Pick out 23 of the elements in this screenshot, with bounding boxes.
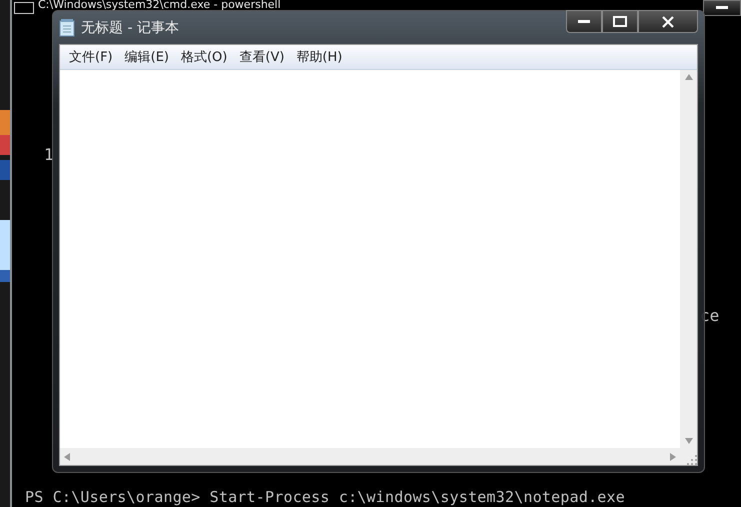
minimize-icon	[716, 6, 728, 10]
notepad-icon	[59, 18, 75, 36]
console-command: PS C:\Users\orange> Start-Process c:\windows\system32\notepad.exe	[25, 488, 625, 506]
menu-item[interactable]: 编辑(E)	[120, 46, 174, 68]
window-title: C:\Windows\system32\cmd.exe - powershell	[38, 0, 281, 10]
menu-item[interactable]: 查看(V)	[234, 46, 290, 68]
maximize-button[interactable]	[602, 10, 638, 33]
window-title: 无标题 - 记事本	[81, 18, 179, 36]
maximize-icon	[613, 16, 627, 27]
scroll-right-icon[interactable]	[670, 452, 676, 460]
scroll-left-icon[interactable]	[64, 452, 70, 460]
close-icon	[662, 16, 674, 28]
menu-item[interactable]: 帮助(H)	[291, 46, 348, 68]
minimize-icon	[578, 20, 590, 24]
menu-item[interactable]: 文件(F)	[64, 46, 118, 68]
close-button[interactable]	[638, 10, 698, 33]
resize-grip-icon[interactable]	[687, 455, 697, 465]
minimize-button[interactable]	[566, 10, 602, 33]
console-text: 1	[44, 145, 54, 164]
scroll-down-icon[interactable]	[684, 438, 692, 444]
menu-item[interactable]: 格式(O)	[176, 46, 232, 68]
scroll-up-icon[interactable]	[684, 74, 692, 80]
minimize-button[interactable]	[703, 0, 741, 16]
